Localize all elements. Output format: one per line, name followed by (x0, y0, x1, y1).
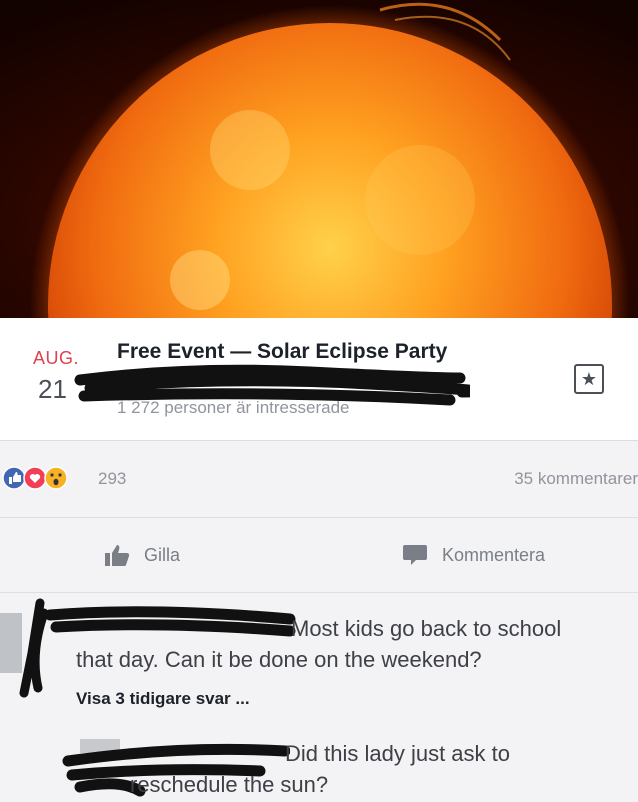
reactions-bar: 293 35 kommentarer (0, 441, 638, 518)
comment-label: Kommentera (442, 544, 546, 565)
event-card[interactable]: AUG. 21 Free Event — Solar Eclipse Party… (0, 318, 638, 441)
love-icon[interactable] (23, 466, 47, 490)
like-label: Gilla (144, 544, 181, 565)
star-icon: ★ (580, 369, 598, 389)
wow-icon[interactable] (44, 466, 68, 490)
event-date-day: 21 (38, 374, 67, 404)
comment-1-line-1: Most kids go back to school (291, 616, 562, 641)
event-title[interactable]: Free Event — Solar Eclipse Party (117, 340, 447, 364)
comment-button[interactable]: Kommentera (402, 543, 545, 567)
comment-1-line-2: that day. Can it be done on the weekend? (76, 647, 482, 672)
comment-2-line-1: Did this lady just ask to (285, 741, 510, 766)
comment-2: Did this lady just ask to reschedule the… (130, 738, 630, 800)
show-previous-replies-link[interactable]: Visa 3 tidigare svar ... (76, 689, 250, 709)
redaction-scribble (74, 364, 470, 406)
comment-icon (403, 545, 427, 565)
like-icon[interactable] (2, 466, 26, 490)
comments-count[interactable]: 35 kommentarer (514, 469, 638, 489)
reaction-count[interactable]: 293 (98, 469, 126, 489)
comment-2-line-2: reschedule the sun? (130, 772, 329, 797)
comment-1: Most kids go back to school that day. Ca… (76, 613, 636, 675)
save-event-button[interactable]: ★ (574, 364, 604, 394)
like-button[interactable]: Gilla (104, 543, 180, 567)
comments-section: Most kids go back to school that day. Ca… (0, 593, 638, 802)
action-bar: Gilla Kommentera (0, 518, 638, 593)
thumbs-up-icon (105, 545, 130, 566)
event-cover-image[interactable] (0, 0, 638, 318)
